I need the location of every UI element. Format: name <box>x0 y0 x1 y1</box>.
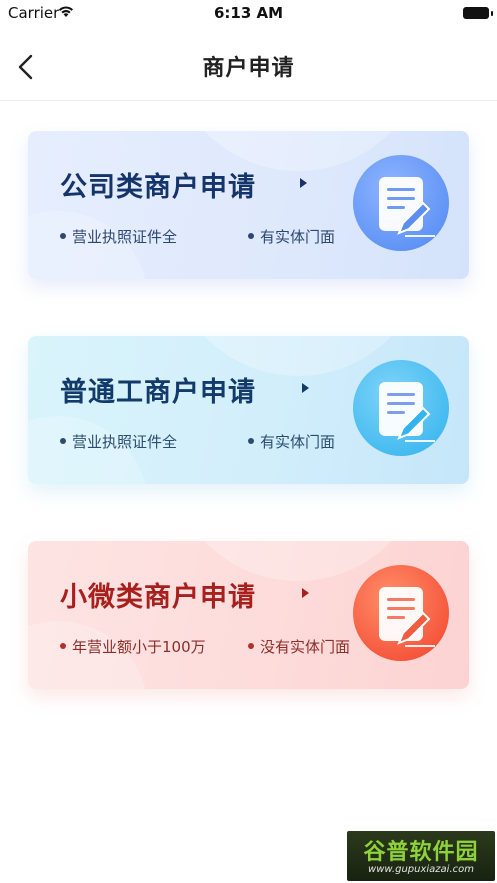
nav-bar: 商户申请 <box>0 26 497 101</box>
battery-icon <box>463 7 493 19</box>
document-edit-icon <box>353 155 449 251</box>
card-point-text: 有实体门面 <box>260 228 336 246</box>
micro-merchant-card[interactable]: 小微类商户申请 年营业额小于100万 没有实体门面 <box>28 541 469 689</box>
card-point-text: 营业执照证件全 <box>72 433 178 451</box>
card-point: 有实体门面 <box>248 226 335 247</box>
bullet-dot-icon <box>60 232 66 239</box>
card-point-text: 年营业额小于100万 <box>72 638 206 656</box>
arrow-right-icon <box>300 178 307 188</box>
card-point: 年营业额小于100万 <box>60 636 206 657</box>
status-bar: Carrier 6:13 AM <box>0 0 497 26</box>
card-point: 营业执照证件全 <box>60 431 177 452</box>
card-point-text: 没有实体门面 <box>260 638 351 656</box>
page-title: 商户申请 <box>202 56 295 81</box>
card-point: 营业执照证件全 <box>60 226 177 247</box>
card-title: 公司类商户申请 <box>60 172 256 203</box>
status-time: 6:13 AM <box>213 4 284 22</box>
bullet-dot-icon <box>248 232 254 239</box>
watermark-logo-text: 谷普软件园 <box>363 840 479 865</box>
watermark-url: www.gupuxiazai.com <box>368 864 474 875</box>
watermark-logo: 谷普软件园 www.gupuxiazai.com <box>347 831 495 881</box>
card-point-text: 营业执照证件全 <box>72 228 178 246</box>
card-point: 有实体门面 <box>248 431 335 452</box>
card-point-text: 有实体门面 <box>260 433 336 451</box>
card-title: 小微类商户申请 <box>60 582 256 613</box>
card-point: 没有实体门面 <box>248 636 350 657</box>
document-edit-icon <box>353 360 449 456</box>
bullet-dot-icon <box>248 437 254 444</box>
arrow-right-icon <box>302 383 309 393</box>
document-edit-icon <box>353 565 449 661</box>
company-merchant-card[interactable]: 公司类商户申请 营业执照证件全 有实体门面 <box>28 131 469 279</box>
bullet-dot-icon <box>60 437 66 444</box>
card-title: 普通工商户申请 <box>60 377 256 408</box>
bullet-dot-icon <box>248 642 254 649</box>
individual-merchant-card[interactable]: 普通工商户申请 营业执照证件全 有实体门面 <box>28 336 469 484</box>
arrow-right-icon <box>302 588 309 598</box>
bullet-dot-icon <box>60 642 66 649</box>
